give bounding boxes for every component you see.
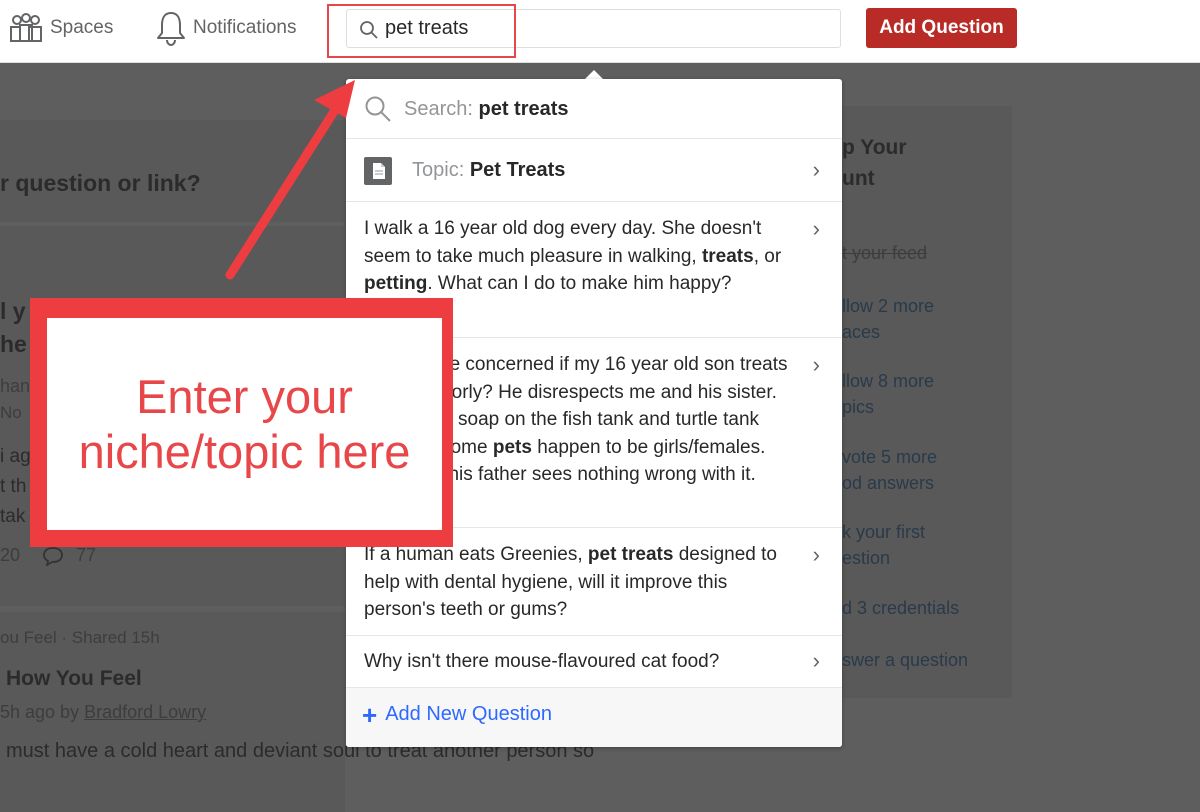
annotation-line-1: Enter your [136, 370, 353, 423]
annotation-line-2: niche/topic here [78, 425, 411, 478]
annotation-text: Enter your niche/topic here [79, 369, 411, 479]
annotation-callout: Enter your niche/topic here [47, 318, 442, 530]
